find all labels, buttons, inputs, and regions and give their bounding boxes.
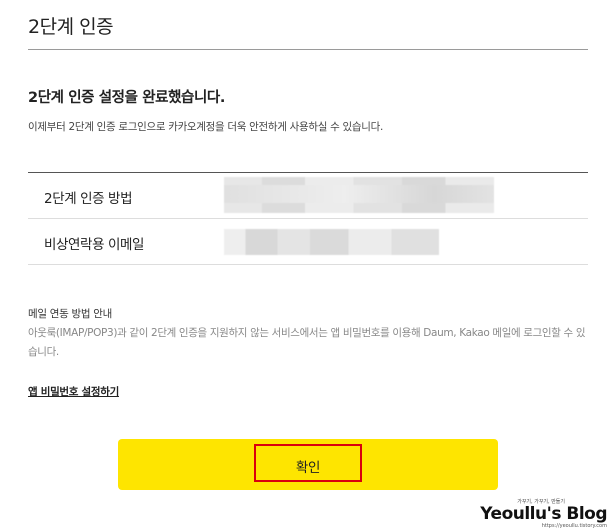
app-password-setup-link[interactable]: 앱 비밀번호 설정하기 xyxy=(28,384,119,399)
title-divider xyxy=(28,49,588,50)
mail-guide-body: 아웃룩(IMAP/POP3)과 같이 2단계 인증을 지원하지 않는 서비스에서… xyxy=(28,327,586,358)
mail-guide-title: 메일 연동 방법 안내 xyxy=(28,308,112,320)
two-factor-info-table: 2단계 인증 방법 비상연락용 이메일 xyxy=(28,172,588,265)
info-value-email-redacted xyxy=(224,229,439,255)
page-title: 2단계 인증 xyxy=(28,16,114,38)
completion-headline: 2단계 인증 설정을 완료했습니다. xyxy=(28,90,225,106)
info-label-emergency-email: 비상연락용 이메일 xyxy=(44,237,145,253)
blog-watermark: 가꾸기, 가꾸기, 만들기 Yeoullu's Blog https://yeo… xyxy=(480,498,607,529)
info-row-method: 2단계 인증 방법 xyxy=(28,173,588,219)
info-label-method: 2단계 인증 방법 xyxy=(44,191,133,207)
completion-description: 이제부터 2단계 인증 로그인으로 카카오계정을 더욱 안전하게 사용하실 수 … xyxy=(28,121,383,133)
watermark-name: Yeoullu's Blog xyxy=(480,504,607,524)
info-row-emergency-email: 비상연락용 이메일 xyxy=(28,219,588,265)
confirm-button[interactable] xyxy=(118,439,498,490)
info-value-method-redacted xyxy=(224,177,494,213)
